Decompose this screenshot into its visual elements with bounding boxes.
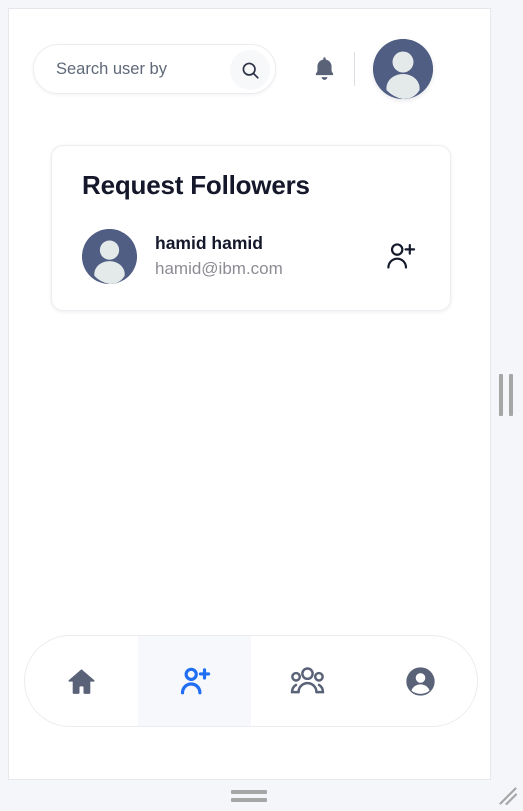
follower-avatar-icon — [82, 229, 137, 284]
follower-details: hamid hamid hamid@ibm.com — [155, 232, 360, 281]
bell-icon — [315, 56, 333, 80]
vertical-drag-handle[interactable] — [499, 374, 513, 416]
nav-item-home[interactable] — [25, 636, 138, 726]
nav-item-account[interactable] — [364, 636, 477, 726]
horizontal-drag-handle-bar — [231, 798, 267, 802]
person-add-outline-icon — [386, 243, 415, 269]
header-divider — [354, 52, 355, 86]
vertical-drag-handle-bar — [499, 374, 503, 416]
home-icon — [68, 668, 95, 694]
notifications-button[interactable] — [302, 47, 346, 91]
card-title: Request Followers — [82, 170, 310, 200]
search-icon — [242, 62, 259, 79]
person-add-icon — [180, 667, 211, 694]
accept-follower-button[interactable] — [378, 235, 422, 279]
vertical-drag-handle-bar — [509, 374, 513, 416]
follower-email: hamid@ibm.com — [155, 258, 283, 278]
bottom-navigation — [24, 635, 478, 727]
follower-list-item[interactable]: hamid hamid hamid@ibm.com — [82, 229, 426, 284]
app-frame: Request Followers hamid hamid hamid@ibm.… — [8, 8, 491, 780]
viewport: Request Followers hamid hamid hamid@ibm.… — [0, 0, 523, 811]
search-button[interactable] — [230, 50, 270, 90]
nav-item-add-follower[interactable] — [138, 636, 251, 726]
user-avatar-placeholder-icon — [373, 39, 433, 99]
profile-avatar-button[interactable] — [373, 39, 433, 99]
nav-item-groups[interactable] — [251, 636, 364, 726]
resize-grip-icon[interactable] — [497, 785, 519, 807]
search-input[interactable] — [56, 45, 231, 93]
request-followers-card: Request Followers hamid hamid hamid@ibm.… — [51, 145, 451, 311]
follower-name: hamid hamid — [155, 233, 263, 254]
people-group-icon — [290, 666, 325, 693]
account-circle-icon — [406, 666, 435, 696]
horizontal-drag-handle[interactable] — [231, 790, 267, 802]
horizontal-drag-handle-bar — [231, 790, 267, 794]
app-header — [9, 9, 490, 129]
search-bar[interactable] — [33, 44, 276, 94]
